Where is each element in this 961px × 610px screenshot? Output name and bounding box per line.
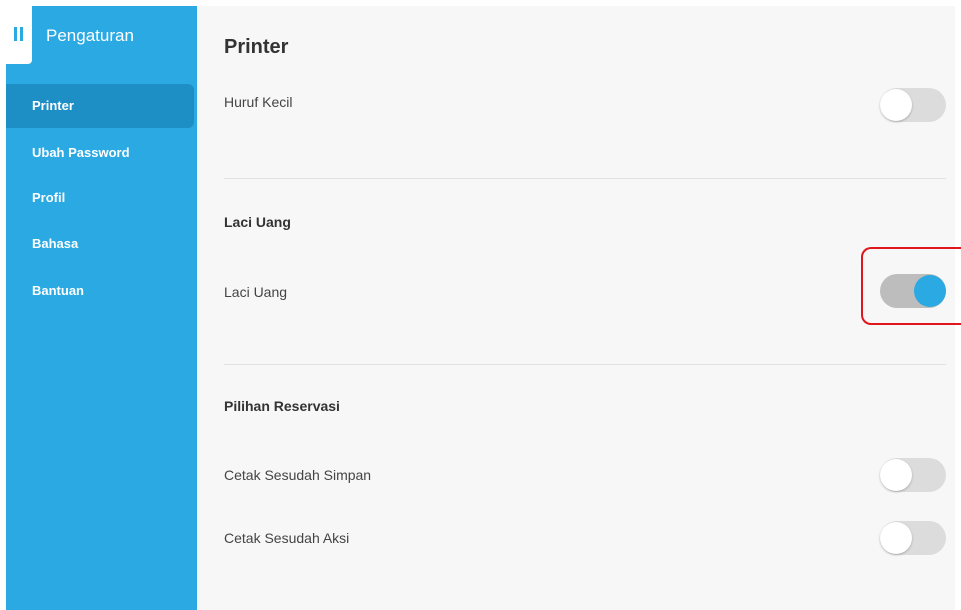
sidebar: Pengaturan Printer Ubah Password Profil … (6, 6, 197, 610)
toggle-knob (880, 522, 912, 554)
sidebar-item-ubah-password[interactable]: Ubah Password (6, 131, 194, 175)
sidebar-item-bahasa[interactable]: Bahasa (6, 222, 194, 266)
page-title: Printer (224, 36, 289, 58)
section-header-pilihan-reservasi: Pilihan Reservasi (224, 398, 340, 414)
setting-label-cetak-sesudah-simpan: Cetak Sesudah Simpan (224, 467, 372, 483)
toggle-cetak-sesudah-aksi[interactable] (880, 521, 946, 555)
menu-bar-left (14, 27, 17, 41)
divider (224, 178, 946, 179)
app-window: Pengaturan Printer Ubah Password Profil … (6, 6, 955, 610)
divider (224, 364, 946, 365)
sidebar-title: Pengaturan (46, 26, 134, 45)
setting-label-huruf-kecil: Huruf Kecil (224, 94, 293, 110)
toggle-laci-uang[interactable] (880, 274, 946, 308)
sidebar-item-profil[interactable]: Profil (6, 176, 194, 220)
toggle-knob (880, 459, 912, 491)
setting-label-cetak-sesudah-aksi: Cetak Sesudah Aksi (224, 530, 350, 546)
menu-toggle-icon[interactable] (6, 6, 32, 64)
menu-bar-right (20, 27, 23, 41)
toggle-knob (914, 275, 946, 307)
sidebar-item-printer[interactable]: Printer (6, 84, 194, 128)
setting-label-laci-uang: Laci Uang (224, 284, 288, 300)
toggle-knob (880, 89, 912, 121)
settings-panel: Printer Huruf Kecil Laci Uang Laci Uang … (197, 6, 955, 610)
toggle-huruf-kecil[interactable] (880, 88, 946, 122)
section-header-laci-uang: Laci Uang (224, 214, 291, 230)
toggle-cetak-sesudah-simpan[interactable] (880, 458, 946, 492)
sidebar-item-bantuan[interactable]: Bantuan (6, 269, 194, 313)
